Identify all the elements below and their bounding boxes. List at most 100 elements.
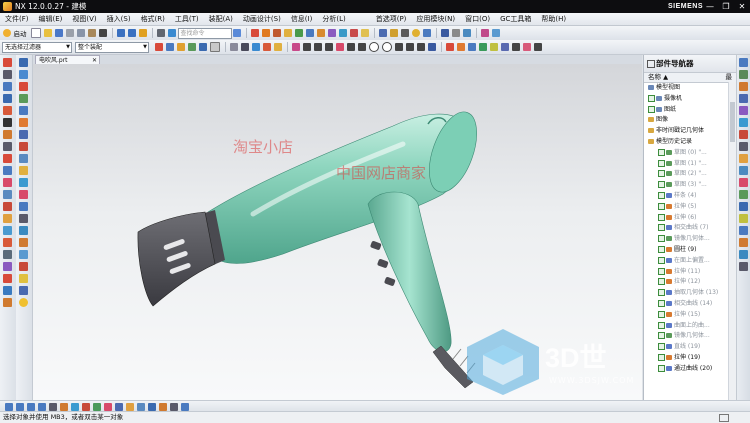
revolve-icon[interactable] <box>273 29 281 37</box>
polygon-icon[interactable] <box>3 130 12 139</box>
n-sided-surface-icon[interactable] <box>19 142 28 151</box>
hide-icon[interactable] <box>452 29 460 37</box>
save-icon[interactable] <box>55 29 63 37</box>
helix-icon[interactable] <box>3 166 12 175</box>
history-icon[interactable] <box>739 130 748 139</box>
datum-plane-icon[interactable] <box>379 29 387 37</box>
styled-blend-icon[interactable] <box>19 262 28 271</box>
patch-icon[interactable] <box>19 190 28 199</box>
arc-icon[interactable] <box>512 43 520 51</box>
delete-icon[interactable] <box>99 29 107 37</box>
pattern-icon[interactable] <box>361 29 369 37</box>
bottom-more-icon[interactable] <box>180 402 189 411</box>
extrude-icon[interactable] <box>262 29 270 37</box>
follow-fillet-icon[interactable] <box>490 43 498 51</box>
visibility-checkbox[interactable] <box>648 94 655 102</box>
offset-curve-icon[interactable] <box>523 43 531 51</box>
studio-icon[interactable] <box>103 402 112 411</box>
column-latest[interactable]: 最 <box>726 73 733 82</box>
menu-help[interactable]: 帮助(H) <box>536 14 571 24</box>
navigator-row[interactable]: 拉伸 (5) <box>644 202 736 213</box>
sketch-curve-icon[interactable] <box>3 58 12 67</box>
column-name[interactable]: 名称 <box>648 73 661 81</box>
start-button[interactable]: 启动 <box>14 28 27 38</box>
text-icon[interactable] <box>3 118 12 127</box>
view-trimetric-icon[interactable] <box>59 402 68 411</box>
navigator-row[interactable]: 草图 (1) "... <box>644 159 736 170</box>
wireframe-icon[interactable] <box>92 402 101 411</box>
view-orient-icon[interactable] <box>492 29 500 37</box>
zoom-icon[interactable] <box>241 43 249 51</box>
trim-curve-icon[interactable] <box>3 178 12 187</box>
navigator-row[interactable]: 草图 (3) "... <box>644 180 736 191</box>
convert-reference-icon[interactable] <box>3 286 12 295</box>
graphics-window[interactable]: 淘宝小店 中国网店商家 3D世 WWW.3DSJW.COM <box>33 64 642 400</box>
snap-tangent-icon[interactable] <box>347 43 355 51</box>
visibility-checkbox[interactable] <box>658 213 665 221</box>
derived-line-icon[interactable] <box>3 214 12 223</box>
extract-geometry-icon[interactable] <box>19 226 28 235</box>
view-front-icon[interactable] <box>4 402 13 411</box>
bridge-surface-icon[interactable] <box>19 274 28 283</box>
menu-window[interactable]: 窗口(O) <box>460 14 495 24</box>
face-filter-icon[interactable] <box>188 43 196 51</box>
visibility-checkbox[interactable] <box>658 332 665 340</box>
block-icon[interactable] <box>19 58 28 67</box>
deselect-icon[interactable] <box>166 43 174 51</box>
circle-icon[interactable] <box>3 82 12 91</box>
menu-assembly[interactable]: 装配(A) <box>204 14 238 24</box>
visibility-checkbox[interactable] <box>658 256 665 264</box>
visibility-checkbox[interactable] <box>658 299 665 307</box>
navigator-row[interactable]: 拉伸 (15) <box>644 310 736 321</box>
sketch-icon[interactable] <box>251 29 259 37</box>
reuse-library-icon[interactable] <box>739 94 748 103</box>
navigator-row[interactable]: 曲面上的曲... <box>644 321 736 332</box>
visibility-checkbox[interactable] <box>658 224 665 232</box>
window-switch-icon[interactable] <box>157 29 165 37</box>
navigator-row[interactable]: 摄像机 <box>644 94 736 105</box>
palette-icon[interactable] <box>739 238 748 247</box>
copy-to-layer-icon[interactable] <box>158 402 167 411</box>
navigator-row[interactable]: 镜像几何体... <box>644 234 736 245</box>
blend-icon[interactable] <box>306 29 314 37</box>
light-icon[interactable] <box>19 298 28 307</box>
draft-icon[interactable] <box>339 29 347 37</box>
snap-point-on-face-icon[interactable] <box>428 43 436 51</box>
undo-icon[interactable] <box>117 29 125 37</box>
trim-body-icon[interactable] <box>350 29 358 37</box>
menu-application[interactable]: 应用模块(N) <box>411 14 460 24</box>
point-icon[interactable] <box>401 29 409 37</box>
view-left-icon[interactable] <box>48 402 57 411</box>
section-view-icon[interactable] <box>114 402 123 411</box>
snap-quadrant-icon[interactable] <box>382 42 392 52</box>
navigator-row[interactable]: 在面上偏置... <box>644 256 736 267</box>
body-rule-icon[interactable] <box>468 43 476 51</box>
visibility-checkbox[interactable] <box>648 105 655 113</box>
view-back-icon[interactable] <box>37 402 46 411</box>
repeat-command-icon[interactable] <box>139 29 147 37</box>
copy-icon[interactable] <box>77 29 85 37</box>
handle-button-1[interactable] <box>370 240 382 250</box>
offset-icon[interactable] <box>3 226 12 235</box>
datum-axis-icon[interactable] <box>390 29 398 37</box>
navigator-row[interactable]: 图像 <box>644 115 736 126</box>
mirror-curve-icon[interactable] <box>3 202 12 211</box>
constraint-navigator-icon[interactable] <box>739 70 748 79</box>
edit-object-display-icon[interactable] <box>441 29 449 37</box>
search-icon[interactable] <box>233 29 241 37</box>
visibility-checkbox[interactable] <box>658 148 665 156</box>
extension-icon[interactable] <box>19 286 28 295</box>
pan-icon[interactable] <box>252 43 260 51</box>
curve-rule-icon[interactable] <box>446 43 454 51</box>
touch-mode-icon[interactable] <box>168 29 176 37</box>
emboss-icon[interactable] <box>19 238 28 247</box>
menu-analysis[interactable]: 分析(L) <box>317 14 350 24</box>
visibility-checkbox[interactable] <box>658 170 665 178</box>
rotate-icon[interactable] <box>263 43 271 51</box>
visibility-checkbox[interactable] <box>658 364 665 372</box>
manufacturing-wizards-icon[interactable] <box>739 166 748 175</box>
visibility-checkbox[interactable] <box>658 191 665 199</box>
menu-file[interactable]: 文件(F) <box>0 14 34 24</box>
stop-at-intersection-icon[interactable] <box>479 43 487 51</box>
paste-icon[interactable] <box>88 29 96 37</box>
